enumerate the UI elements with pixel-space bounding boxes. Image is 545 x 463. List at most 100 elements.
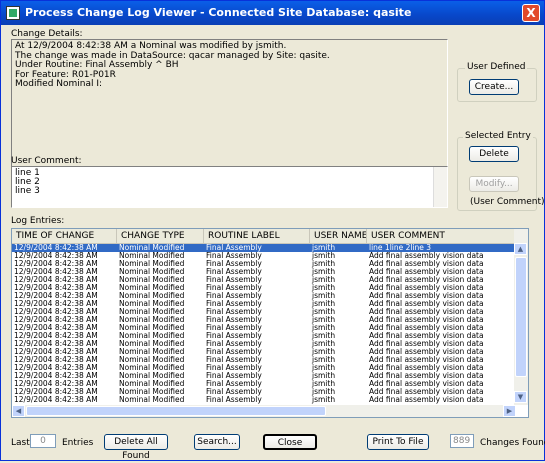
table-cell: Nominal Modified [119, 268, 185, 276]
table-cell: Nominal Modified [119, 308, 185, 316]
col-routine[interactable]: ROUTINE LABEL [204, 229, 310, 243]
table-cell: 12/9/2004 8:42:38 AM [14, 292, 98, 300]
table-cell: jsmith [312, 268, 336, 276]
col-comment[interactable]: USER COMMENT [367, 229, 516, 243]
search-button[interactable]: Search... [194, 434, 240, 450]
app-icon [6, 6, 20, 20]
scroll-left-icon[interactable]: ◀ [12, 405, 25, 417]
table-cell: Nominal Modified [119, 372, 185, 380]
table-cell: Nominal Modified [119, 324, 185, 332]
table-cell: Add final assembly vision data [369, 276, 484, 284]
table-row[interactable]: 12/9/2004 8:42:38 AM Nominal Modified Fina… [12, 276, 516, 284]
table-cell: jsmith [312, 396, 336, 404]
table-cell: Final Assembly [206, 276, 262, 284]
scroll-thumb[interactable] [515, 257, 527, 377]
table-cell: Final Assembly [206, 356, 262, 364]
table-row[interactable]: 12/9/2004 8:42:38 AM Nominal Modified Fina… [12, 340, 516, 348]
table-cell: Add final assembly vision data [369, 284, 484, 292]
table-cell: Add final assembly vision data [369, 316, 484, 324]
table-row[interactable]: 12/9/2004 8:42:38 AM Nominal Modified Fina… [12, 316, 516, 324]
comment-scrollbar[interactable] [433, 167, 447, 207]
table-row[interactable]: 12/9/2004 8:42:38 AM Nominal Modified Fina… [12, 372, 516, 380]
table-cell: jsmith [312, 316, 336, 324]
changes-found-label: Changes Found [480, 438, 545, 448]
user-comment-note: (User Comment) [470, 197, 545, 207]
table-cell: Final Assembly [206, 268, 262, 276]
delete-all-found-button[interactable]: Delete All Found [104, 434, 168, 461]
table-row[interactable]: 12/9/2004 8:42:38 AM Nominal Modified Fina… [12, 252, 516, 260]
last-label: Last [11, 438, 30, 448]
table-row[interactable]: 12/9/2004 8:42:38 AM Nominal Modified Fina… [12, 396, 516, 404]
table-row[interactable]: 12/9/2004 8:42:38 AM Nominal Modified Fina… [12, 332, 516, 340]
log-entries-label: Log Entries: [11, 216, 65, 226]
table-row[interactable]: 12/9/2004 8:42:38 AM Nominal Modified Fina… [12, 348, 516, 356]
table-cell: Add final assembly vision data [369, 308, 484, 316]
table-cell: jsmith [312, 300, 336, 308]
table-row[interactable]: 12/9/2004 8:42:38 AM Nominal Modified Fina… [12, 292, 516, 300]
table-row[interactable]: 12/9/2004 8:42:38 AM Nominal Modified Fina… [12, 308, 516, 316]
print-to-file-button[interactable]: Print To File [367, 434, 429, 450]
table-cell: Add final assembly vision data [369, 372, 484, 380]
table-row[interactable]: 12/9/2004 8:42:38 AM Nominal Modified Fina… [12, 380, 516, 388]
table-cell: 12/9/2004 8:42:38 AM [14, 380, 98, 388]
table-horizontal-scrollbar[interactable]: ◀ ▶ [12, 405, 516, 417]
close-button[interactable]: Close [263, 434, 317, 450]
table-row[interactable]: 12/9/2004 8:42:38 AM Nominal Modified Fina… [12, 284, 516, 292]
table-cell: Nominal Modified [119, 340, 185, 348]
detail-line: Modified Nominal I: [15, 79, 103, 89]
delete-button[interactable]: Delete [469, 146, 519, 162]
title-bar[interactable]: Process Change Log Viewer - Connected Si… [1, 1, 544, 25]
table-row[interactable]: 12/9/2004 8:42:38 AM Nominal Modified Fina… [12, 244, 516, 252]
table-cell: Final Assembly [206, 324, 262, 332]
table-cell: Add final assembly vision data [369, 388, 484, 396]
create-button[interactable]: Create... [469, 79, 519, 95]
change-details-box: At 12/9/2004 8:42:38 AM a Nominal was mo… [11, 39, 448, 173]
table-cell: 12/9/2004 8:42:38 AM [14, 300, 98, 308]
table-row[interactable]: 12/9/2004 8:42:38 AM Nominal Modified Fina… [12, 324, 516, 332]
col-change-type[interactable]: CHANGE TYPE [117, 229, 204, 243]
table-cell: Final Assembly [206, 252, 262, 260]
table-cell: Add final assembly vision data [369, 300, 484, 308]
table-cell: jsmith [312, 284, 336, 292]
table-cell: Final Assembly [206, 340, 262, 348]
table-cell: Final Assembly [206, 244, 262, 252]
table-row[interactable]: 12/9/2004 8:42:38 AM Nominal Modified Fina… [12, 300, 516, 308]
col-user[interactable]: USER NAME [310, 229, 367, 243]
scroll-down-icon[interactable]: ▼ [514, 391, 527, 403]
table-cell: Nominal Modified [119, 388, 185, 396]
table-vertical-scrollbar[interactable]: ▲ ▼ [514, 229, 528, 405]
modify-button[interactable]: Modify... [469, 176, 519, 192]
comment-line: line 2 [15, 177, 40, 187]
table-cell: 12/9/2004 8:42:38 AM [14, 276, 98, 284]
log-entries-table[interactable]: TIME OF CHANGE CHANGE TYPE ROUTINE LABEL… [11, 228, 529, 418]
table-cell: 12/9/2004 8:42:38 AM [14, 308, 98, 316]
scroll-right-icon[interactable]: ▶ [503, 405, 516, 417]
table-cell: Add final assembly vision data [369, 324, 484, 332]
scroll-up-icon[interactable]: ▲ [514, 243, 527, 255]
table-cell: Final Assembly [206, 300, 262, 308]
table-cell: jsmith [312, 244, 336, 252]
table-row[interactable]: 12/9/2004 8:42:38 AM Nominal Modified Fina… [12, 388, 516, 396]
table-cell: Final Assembly [206, 348, 262, 356]
table-cell: Add final assembly vision data [369, 364, 484, 372]
table-row[interactable]: 12/9/2004 8:42:38 AM Nominal Modified Fina… [12, 356, 516, 364]
close-window-button[interactable]: X [522, 4, 540, 22]
h-scroll-thumb[interactable] [26, 406, 326, 416]
table-cell: Final Assembly [206, 372, 262, 380]
table-cell: Nominal Modified [119, 316, 185, 324]
user-comment-box[interactable]: line 1 line 2 line 3 [11, 166, 448, 208]
table-cell: jsmith [312, 388, 336, 396]
table-cell: jsmith [312, 260, 336, 268]
table-row[interactable]: 12/9/2004 8:42:38 AM Nominal Modified Fina… [12, 260, 516, 268]
table-cell: Final Assembly [206, 380, 262, 388]
table-cell: jsmith [312, 252, 336, 260]
col-time[interactable]: TIME OF CHANGE [12, 229, 117, 243]
table-row[interactable]: 12/9/2004 8:42:38 AM Nominal Modified Fina… [12, 364, 516, 372]
table-cell: jsmith [312, 340, 336, 348]
table-cell: Final Assembly [206, 316, 262, 324]
table-cell: Nominal Modified [119, 276, 185, 284]
table-row[interactable]: 12/9/2004 8:42:38 AM Nominal Modified Fina… [12, 268, 516, 276]
last-entries-field[interactable]: 0 [30, 434, 56, 448]
table-cell: jsmith [312, 276, 336, 284]
table-cell: Nominal Modified [119, 380, 185, 388]
